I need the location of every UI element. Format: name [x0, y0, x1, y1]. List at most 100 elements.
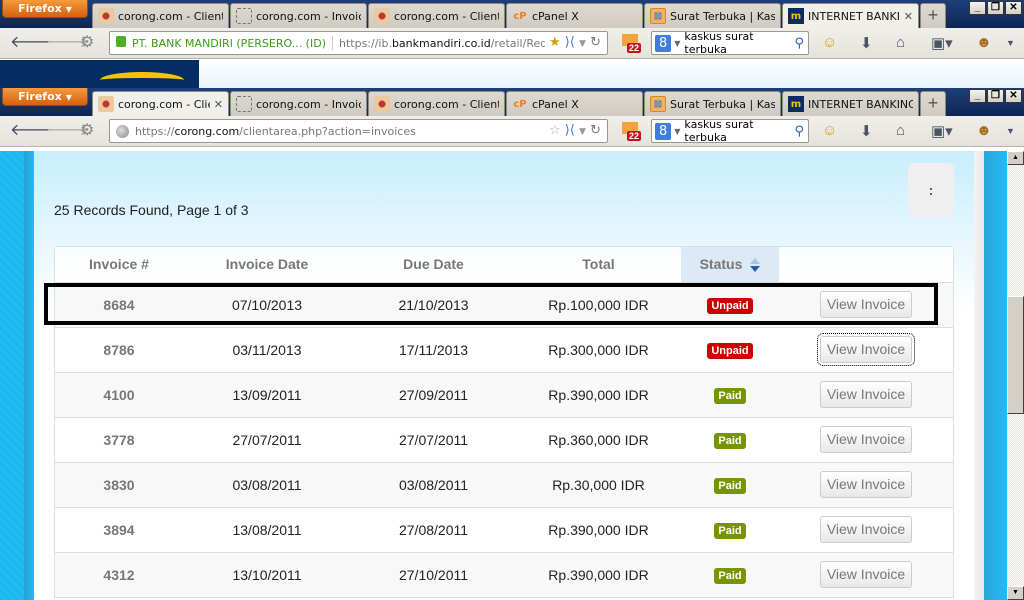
bookmark-star-icon[interactable]: ☆	[549, 123, 561, 138]
status-cell: Paid	[681, 371, 779, 417]
new-tab-button[interactable]: +	[920, 91, 946, 116]
blank-page-icon	[236, 8, 252, 24]
cpanel-icon: cP	[513, 98, 527, 110]
scrollbar-thumb[interactable]	[1007, 296, 1024, 414]
column-header-invoice-date[interactable]: Invoice Date	[183, 247, 351, 282]
search-icon[interactable]: ⚲	[794, 124, 804, 139]
bookmark-star-icon[interactable]: ★	[549, 35, 561, 50]
navigation-toolbar: 🡐 🡒 ⚙ PT. BANK MANDIRI (PERSERO... (ID) …	[0, 28, 1024, 59]
search-input[interactable]: kaskus surat terbuka	[684, 30, 794, 56]
close-window-button[interactable]: ✕	[1005, 89, 1022, 103]
tab-internet-banking[interactable]: m INTERNET BANKING ...	[782, 91, 919, 116]
action-cell: View Invoice	[779, 506, 953, 552]
reload-icon[interactable]: ↻	[590, 123, 601, 138]
tab-corong-invoice[interactable]: corong.com - Invoice...	[230, 91, 367, 116]
download-icon[interactable]: ⬇	[860, 122, 873, 140]
close-tab-icon[interactable]: ✕	[214, 98, 223, 111]
column-header-invoice[interactable]: Invoice #	[55, 247, 183, 282]
new-tab-button[interactable]: +	[920, 3, 946, 28]
view-invoice-button[interactable]: View Invoice	[820, 426, 912, 453]
firefox-menu-button[interactable]: Firefox ▼	[2, 88, 88, 106]
tab-label: INTERNET BANKI...	[808, 9, 900, 23]
download-icon[interactable]: ⬇	[860, 34, 873, 52]
tab-corong-client-2[interactable]: corong.com - Client ...	[368, 91, 505, 116]
view-invoice-button[interactable]: View Invoice	[817, 333, 915, 366]
close-tab-icon[interactable]: ✕	[904, 10, 913, 23]
tab-kaskus[interactable]: ⊠ Surat Terbuka | Kask...	[644, 3, 781, 28]
tab-corong-client[interactable]: corong.com - Client ...	[92, 3, 229, 28]
records-summary: 25 Records Found, Page 1 of 3	[54, 202, 249, 218]
url-bar[interactable]: PT. BANK MANDIRI (PERSERO... (ID) https:…	[109, 31, 608, 55]
dropdown-icon[interactable]: ▼	[674, 127, 680, 136]
chevron-down-icon: ▼	[65, 5, 72, 14]
sync-icon[interactable]: ⟩⟨	[565, 35, 575, 50]
mail-notifier-icon[interactable]: 22	[622, 34, 644, 54]
window-controls: _ ❐ ✕	[968, 89, 1022, 103]
addon-icon[interactable]: ⚙	[80, 122, 94, 140]
scroll-down-button[interactable]: ▼	[1007, 586, 1024, 600]
overflow-chevron-icon[interactable]: ▼	[1006, 38, 1015, 48]
home-icon[interactable]: ⌂	[896, 122, 905, 139]
tab-kaskus[interactable]: ⊠ Surat Terbuka | Kask...	[644, 91, 781, 116]
site-identity[interactable]: PT. BANK MANDIRI (PERSERO... (ID)	[116, 36, 333, 50]
addon-smiley-icon[interactable]: ☺	[822, 122, 837, 139]
bookmarks-menu-icon[interactable]: ▣▾	[931, 122, 953, 140]
home-icon[interactable]: ⌂	[896, 34, 905, 51]
addon-smiley-icon[interactable]: ☺	[822, 34, 837, 51]
invoice-date: 03/08/2011	[183, 461, 351, 507]
minimize-button[interactable]: _	[969, 1, 986, 15]
column-header-due-date[interactable]: Due Date	[351, 247, 516, 282]
tab-cpanel[interactable]: cP cPanel X	[506, 3, 643, 28]
tab-strip: corong.com - Client ... corong.com - Inv…	[92, 3, 946, 28]
window-controls: _ ❐ ✕	[968, 1, 1022, 15]
due-date: 27/09/2011	[351, 371, 516, 417]
overflow-chevron-icon[interactable]: ▼	[1006, 126, 1015, 136]
tab-cpanel[interactable]: cP cPanel X	[506, 91, 643, 116]
minimize-button[interactable]: _	[969, 89, 986, 103]
browser-window-front: Firefox▼ corong.com - Clie...✕ corong.co…	[0, 88, 1024, 147]
search-icon[interactable]: ⚲	[794, 36, 804, 51]
corong-icon	[98, 96, 114, 112]
scroll-up-button[interactable]: ▲	[1007, 151, 1024, 165]
view-invoice-button[interactable]: View Invoice	[820, 381, 912, 408]
view-invoice-button[interactable]: View Invoice	[820, 471, 912, 498]
search-bar[interactable]: 8 ▼ kaskus surat terbuka ⚲	[651, 30, 809, 56]
bookmarks-menu-icon[interactable]: ▣▾	[931, 34, 953, 52]
url-bar[interactable]: https://corong.com/clientarea.php?action…	[109, 119, 608, 143]
view-invoice-button[interactable]: View Invoice	[820, 291, 912, 318]
sync-icon[interactable]: ⟩⟨	[565, 123, 575, 138]
dropdown-icon[interactable]: ▼	[579, 127, 586, 137]
restore-button[interactable]: ❐	[987, 89, 1004, 103]
more-options-button[interactable]: :	[908, 163, 954, 217]
mail-notifier-icon[interactable]: 22	[622, 122, 644, 142]
dropdown-icon[interactable]: ▼	[674, 39, 680, 48]
addon-icon[interactable]: ⚙	[80, 34, 94, 52]
invoice-number: 8786	[55, 326, 183, 372]
browser-window-back: Firefox▼ corong.com - Client ... corong.…	[0, 0, 1024, 59]
action-cell: View Invoice	[779, 326, 953, 372]
action-cell: View Invoice	[779, 416, 953, 462]
due-date: 17/11/2013	[351, 326, 516, 372]
greasemonkey-icon[interactable]: ☻	[976, 34, 992, 51]
column-header-total[interactable]: Total	[516, 247, 681, 282]
firefox-menu-button[interactable]: Firefox ▼	[2, 0, 88, 18]
tab-corong-invoice[interactable]: corong.com - Invoice...	[230, 3, 367, 28]
view-invoice-button[interactable]: View Invoice	[820, 516, 912, 543]
column-header-status[interactable]: Status	[681, 247, 779, 282]
invoice-date: 03/11/2013	[183, 326, 351, 372]
search-input[interactable]: kaskus surat terbuka	[684, 118, 794, 144]
search-bar[interactable]: 8 ▼ kaskus surat terbuka ⚲	[651, 118, 809, 144]
close-window-button[interactable]: ✕	[1005, 1, 1022, 15]
dropdown-icon[interactable]: ▼	[579, 39, 586, 49]
globe-icon[interactable]	[116, 124, 129, 138]
view-invoice-button[interactable]: View Invoice	[820, 561, 912, 589]
vertical-scrollbar[interactable]: ▲ ▼	[1007, 151, 1024, 600]
tab-internet-banking[interactable]: m INTERNET BANKI... ✕	[782, 3, 919, 28]
tab-corong-client[interactable]: corong.com - Clie... ✕	[92, 91, 229, 116]
tab-label: corong.com - Invoice...	[256, 9, 361, 23]
url-prefix: https://	[135, 124, 175, 138]
reload-icon[interactable]: ↻	[590, 35, 601, 50]
greasemonkey-icon[interactable]: ☻	[976, 122, 992, 139]
restore-button[interactable]: ❐	[987, 1, 1004, 15]
tab-corong-client-2[interactable]: corong.com - Client ...	[368, 3, 505, 28]
